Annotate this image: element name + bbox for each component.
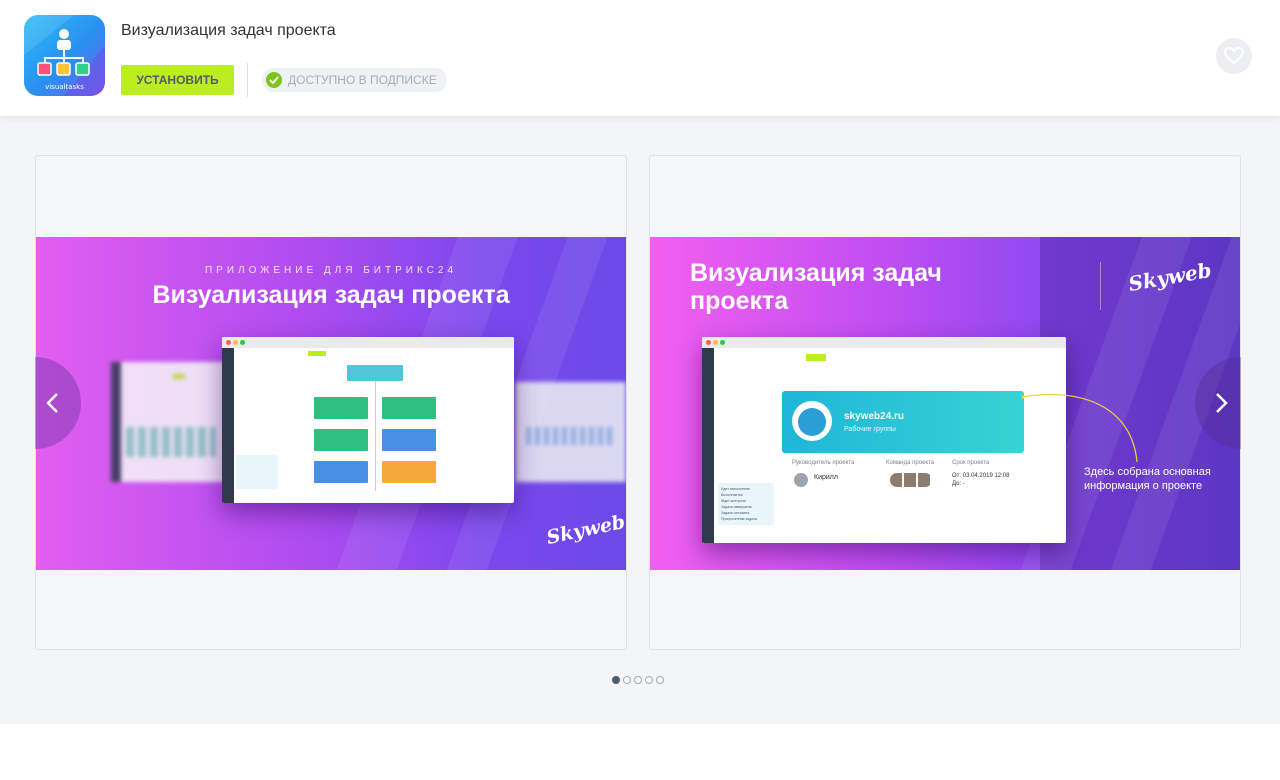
- app-window-mockup: skyweb24.ru Рабочие группы Руководитель …: [702, 337, 1066, 543]
- background-window-left: [111, 362, 226, 482]
- install-button[interactable]: УСТАНОВИТЬ: [121, 65, 234, 95]
- slide-image-1: ПРИЛОЖЕНИЕ ДЛЯ БИТРИКС24 Визуализация за…: [36, 237, 626, 570]
- background-window-right: [516, 382, 626, 482]
- heart-icon: [1224, 47, 1244, 65]
- project-name: skyweb24.ru: [844, 411, 905, 422]
- column-deadline: Срок проекта: [952, 460, 990, 466]
- subscription-label: ДОСТУПНО В ПОДПИСКЕ: [288, 73, 437, 87]
- team-avatars: [890, 473, 932, 487]
- slider-dot[interactable]: [656, 676, 664, 684]
- slider-dot[interactable]: [634, 676, 642, 684]
- slide-card-2[interactable]: Визуализация задач проекта Skyweb skyweb…: [649, 155, 1241, 650]
- avatar: [794, 473, 808, 487]
- favorite-button[interactable]: [1216, 38, 1252, 74]
- app-icon-caption: visualtasks: [45, 83, 84, 91]
- slide-title: Визуализация задач проекта: [690, 259, 942, 315]
- slider-dot[interactable]: [612, 676, 620, 684]
- app-icon: visualtasks: [24, 15, 105, 96]
- callout-text: Здесь собрана основная информация о прое…: [1084, 466, 1211, 492]
- column-team: Команда проекта: [886, 460, 935, 466]
- app-header: visualtasks Визуализация задач проекта У…: [0, 0, 1280, 116]
- app-window-mockup: [222, 337, 514, 503]
- callout-line: [1022, 393, 1138, 463]
- description-panel: [0, 724, 1280, 780]
- subscription-badge: ДОСТУПНО В ПОДПИСКЕ: [262, 68, 447, 92]
- slider-dot[interactable]: [645, 676, 653, 684]
- deadline-to: До: -: [952, 481, 965, 487]
- project-subtitle: Рабочие группы: [844, 426, 896, 433]
- slide-subtitle: ПРИЛОЖЕНИЕ ДЛЯ БИТРИКС24: [204, 265, 458, 276]
- deadline-from: От: 03.04.2019 12:08: [952, 473, 1010, 479]
- slider-pagination: [612, 676, 664, 684]
- app-title: Визуализация задач проекта: [121, 22, 336, 39]
- chevron-left-icon: [46, 393, 58, 413]
- chevron-right-icon: [1216, 393, 1228, 413]
- manager-name: Кирилл: [814, 474, 838, 481]
- divider: [247, 63, 248, 97]
- slide-image-2: Визуализация задач проекта Skyweb skyweb…: [650, 237, 1240, 570]
- check-icon: [266, 72, 282, 88]
- slider-dot[interactable]: [623, 676, 631, 684]
- legend-box: Идет выполнение Выполняется Ждет контрол…: [718, 483, 774, 525]
- brand-logo: Skyweb: [544, 510, 626, 550]
- slide-card-1[interactable]: ПРИЛОЖЕНИЕ ДЛЯ БИТРИКС24 Визуализация за…: [35, 155, 627, 650]
- column-manager: Руководитель проекта: [792, 460, 855, 466]
- slide-title: Визуализация задач проекта: [152, 281, 510, 309]
